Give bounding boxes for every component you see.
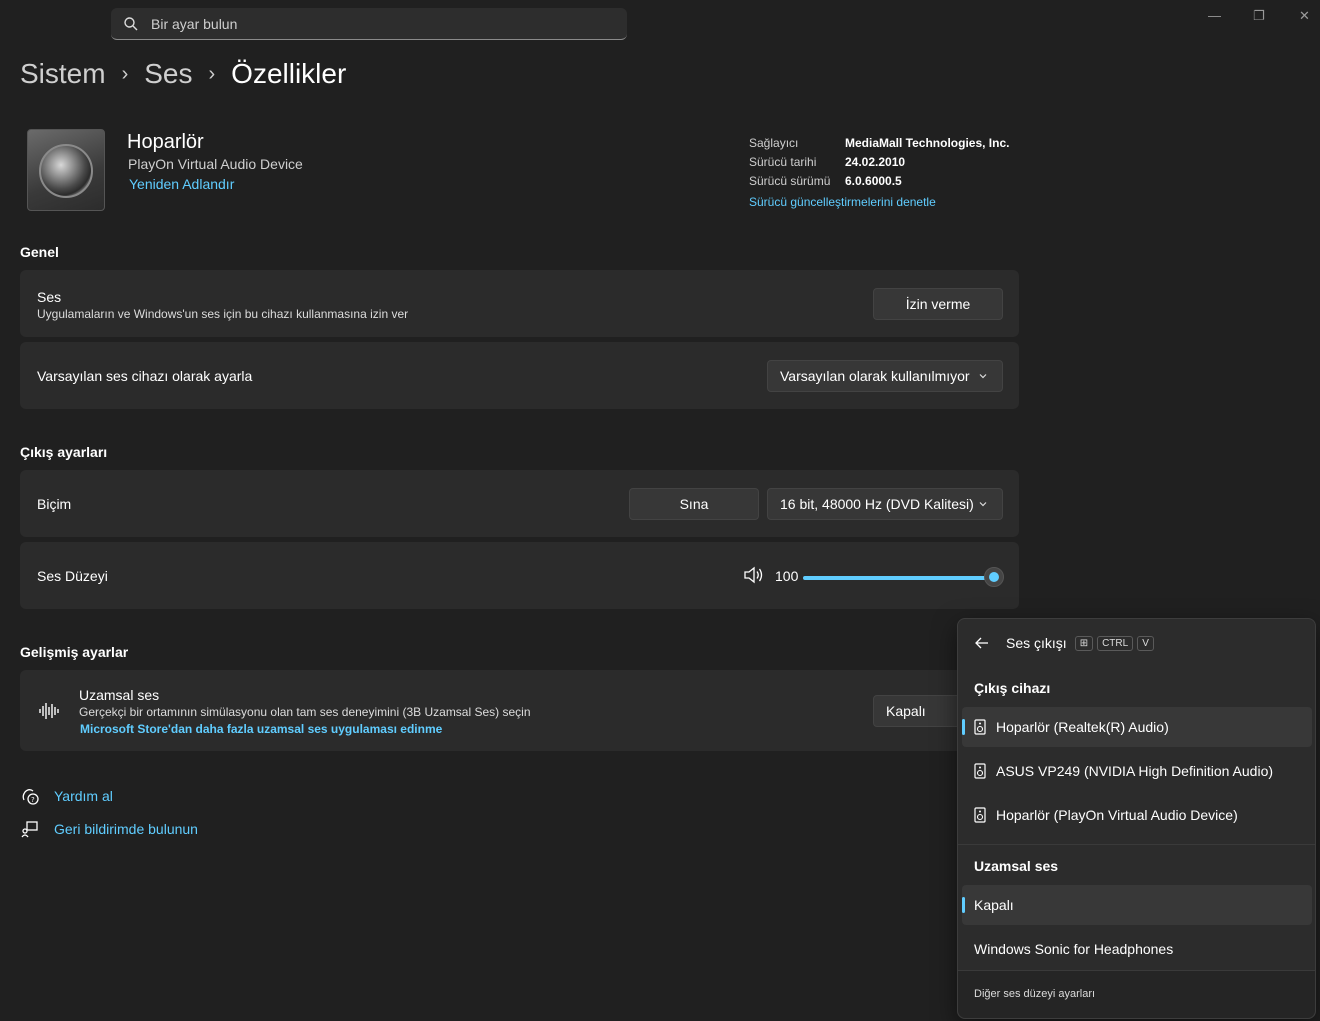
search-icon xyxy=(124,17,138,31)
chevron-right-icon: › xyxy=(121,62,129,85)
driver-date-label: Sürücü tarihi xyxy=(749,155,817,169)
sound-output-flyout: Ses çıkışı ⊞ CTRL V Çıkış cihazı Hoparlö… xyxy=(957,618,1316,1019)
help-icon: ? xyxy=(22,789,39,805)
provider-label: Sağlayıcı xyxy=(749,136,799,150)
deny-button[interactable]: İzin verme xyxy=(873,288,1003,320)
volume-slider-track[interactable] xyxy=(803,576,993,580)
volume-value: 100 xyxy=(775,568,799,584)
rename-link[interactable]: Yeniden Adlandır xyxy=(129,176,234,192)
format-dropdown[interactable]: 16 bit, 48000 Hz (DVD Kalitesi) xyxy=(767,488,1003,520)
format-card: Biçim Sına 16 bit, 48000 Hz (DVD Kalites… xyxy=(20,470,1019,537)
format-value: 16 bit, 48000 Hz (DVD Kalitesi) xyxy=(780,496,974,512)
waveform-icon xyxy=(39,703,59,719)
ctrl-key-label: CTRL xyxy=(1097,635,1134,651)
device-option-realtek[interactable]: Hoparlör (Realtek(R) Audio) xyxy=(962,707,1312,747)
spatial-option-label: Kapalı xyxy=(974,897,1014,913)
driver-date-value: 24.02.2010 xyxy=(845,155,906,169)
advanced-heading: Gelişmiş ayarlar xyxy=(20,644,129,660)
device-option-label: ASUS VP249 (NVIDIA High Definition Audio… xyxy=(996,763,1274,779)
device-option-asus[interactable]: ASUS VP249 (NVIDIA High Definition Audio… xyxy=(962,751,1312,791)
help-link[interactable]: ? Yardım al xyxy=(20,787,113,805)
spatial-sound-card: Uzamsal ses Gerçekçi bir ortamının simül… xyxy=(20,670,1019,751)
breadcrumb-sistem[interactable]: Sistem xyxy=(20,58,106,90)
back-arrow-icon[interactable] xyxy=(974,636,990,650)
spatial-option-off[interactable]: Kapalı xyxy=(962,885,1312,925)
volume-slider-thumb[interactable] xyxy=(984,567,1004,587)
audio-desc: Uygulamaların ve Windows'un ses için bu … xyxy=(37,307,409,321)
audio-title: Ses xyxy=(37,289,62,305)
default-device-dropdown[interactable]: Varsayılan olarak kullanılmıyor xyxy=(767,360,1003,392)
default-device-card: Varsayılan ses cihazı olarak ayarla Vars… xyxy=(20,342,1019,409)
chevron-right-icon: › xyxy=(208,62,216,85)
device-option-label: Hoparlör (Realtek(R) Audio) xyxy=(996,719,1169,735)
audio-permission-card: Ses Uygulamaların ve Windows'un ses için… xyxy=(20,270,1019,337)
speaker-icon xyxy=(974,763,986,779)
speaker-volume-icon[interactable] xyxy=(743,566,765,584)
output-heading: Çıkış ayarları xyxy=(20,444,108,460)
provider-value: MediaMall Technologies, Inc. xyxy=(845,136,1010,150)
feedback-label[interactable]: Geri bildirimde bulunun xyxy=(54,821,198,837)
feedback-icon xyxy=(21,821,38,838)
windows-key-icon: ⊞ xyxy=(1074,635,1094,651)
divider xyxy=(958,844,1315,845)
selected-indicator xyxy=(962,897,965,913)
svg-text:?: ? xyxy=(31,796,35,804)
spatial-option-sonic[interactable]: Windows Sonic for Headphones xyxy=(962,929,1312,969)
test-button[interactable]: Sına xyxy=(629,488,759,520)
chevron-down-icon xyxy=(979,502,987,507)
driver-version-label: Sürücü sürümü xyxy=(749,174,831,188)
selected-indicator xyxy=(962,719,965,735)
chevron-down-icon xyxy=(979,374,987,379)
breadcrumb-ses[interactable]: Ses xyxy=(144,58,192,90)
more-volume-settings-link[interactable]: Diğer ses düzeyi ayarları xyxy=(974,988,1095,1000)
flyout-footer: Diğer ses düzeyi ayarları xyxy=(958,970,1315,1018)
feedback-link[interactable]: Geri bildirimde bulunun xyxy=(20,820,198,838)
output-devices-heading: Çıkış cihazı xyxy=(974,680,1051,696)
breadcrumb: Sistem › Ses › Özellikler xyxy=(20,58,346,90)
driver-update-link[interactable]: Sürücü güncelleştirmelerini denetle xyxy=(749,193,1009,212)
driver-info: Sağlayıcı MediaMall Technologies, Inc. Sü… xyxy=(749,134,1009,212)
maximize-button[interactable]: ❐ xyxy=(1253,8,1265,24)
format-title: Biçim xyxy=(37,496,72,512)
search-input[interactable]: Bir ayar bulun xyxy=(151,16,237,32)
device-name: Hoparlör xyxy=(127,131,204,153)
volume-title: Ses Düzeyi xyxy=(37,568,108,584)
close-button[interactable]: ✕ xyxy=(1299,8,1310,24)
page-title: Özellikler xyxy=(231,58,347,89)
spatial-option-label: Windows Sonic for Headphones xyxy=(974,941,1174,957)
volume-card: Ses Düzeyi 100 xyxy=(20,542,1019,609)
speaker-device-icon xyxy=(27,129,105,211)
v-key-label: V xyxy=(1137,635,1154,651)
spatial-value: Kapalı xyxy=(886,703,926,719)
default-device-title: Varsayılan ses cihazı olarak ayarla xyxy=(37,368,253,384)
driver-version-value: 6.0.6000.5 xyxy=(845,174,902,188)
spatial-store-link[interactable]: Microsoft Store'dan daha fazla uzamsal s… xyxy=(80,722,442,736)
minimize-button[interactable]: — xyxy=(1208,8,1221,23)
spatial-heading: Uzamsal ses xyxy=(974,858,1059,874)
default-device-value: Varsayılan olarak kullanılmıyor xyxy=(780,368,970,384)
spatial-title: Uzamsal ses xyxy=(79,687,160,703)
device-option-label: Hoparlör (PlayOn Virtual Audio Device) xyxy=(996,807,1238,823)
device-option-playon[interactable]: Hoparlör (PlayOn Virtual Audio Device) xyxy=(962,795,1312,835)
flyout-title: Ses çıkışı xyxy=(1006,635,1067,651)
speaker-icon xyxy=(974,719,986,735)
help-label[interactable]: Yardım al xyxy=(54,788,113,804)
search-box[interactable]: Bir ayar bulun xyxy=(111,8,627,40)
device-subtitle: PlayOn Virtual Audio Device xyxy=(128,156,303,172)
speaker-icon xyxy=(974,807,986,823)
general-heading: Genel xyxy=(20,244,59,260)
spatial-desc: Gerçekçi bir ortamının simülasyonu olan … xyxy=(79,705,531,719)
